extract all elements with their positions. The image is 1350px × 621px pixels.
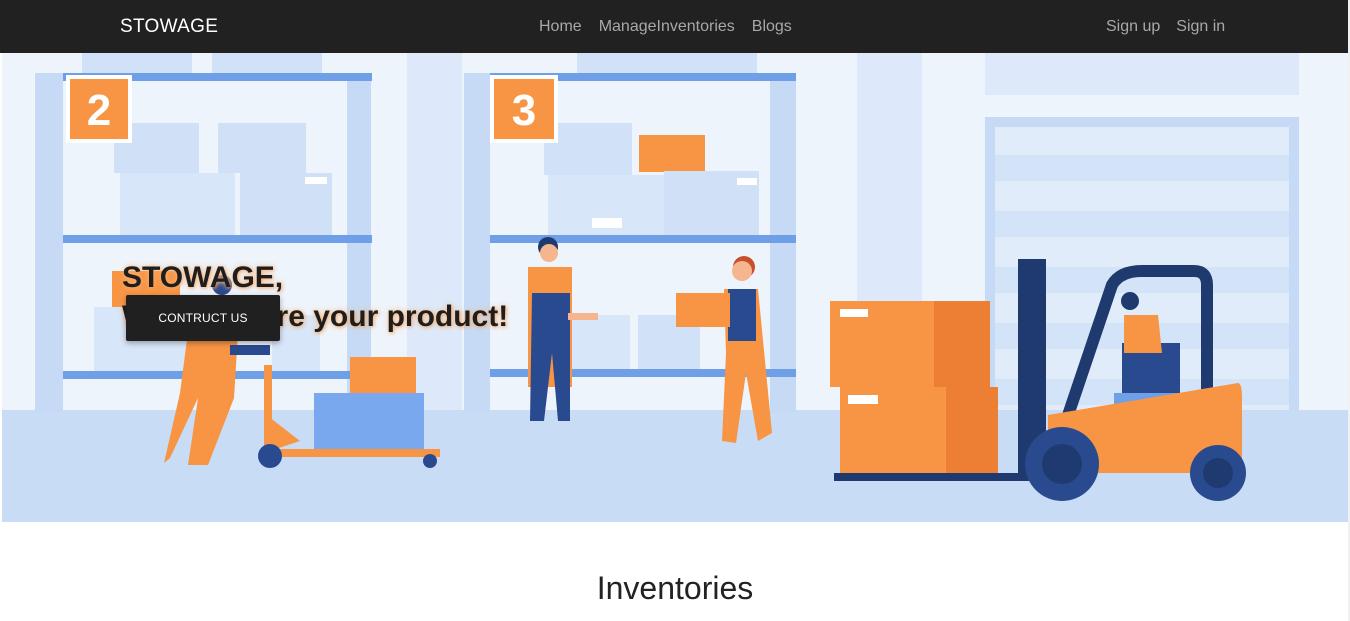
main-nav: Home ManageInventories Blogs — [539, 0, 792, 53]
nav-link-manage-inventories[interactable]: ManageInventories — [599, 18, 735, 36]
hero-banner: 2 3 STOWAGE, We take care your product! — [2, 53, 1348, 522]
brand-logo[interactable]: STOWAGE — [120, 0, 218, 53]
contact-us-button[interactable]: CONTRUCT US — [126, 295, 280, 341]
nav-link-blogs[interactable]: Blogs — [752, 18, 792, 36]
stacked-boxes — [830, 301, 998, 475]
auth-nav: Sign up Sign in — [1106, 0, 1225, 53]
shelf-number-2: 2 — [87, 86, 111, 135]
nav-link-home[interactable]: Home — [539, 18, 582, 36]
shelf-number-3: 3 — [512, 86, 536, 135]
sign-up-link[interactable]: Sign up — [1106, 18, 1160, 36]
hero-title-line-1: STOWAGE, — [122, 261, 284, 294]
sign-in-link[interactable]: Sign in — [1176, 18, 1225, 36]
inventories-heading: Inventories — [596, 570, 754, 606]
top-navbar: STOWAGE Home ManageInventories Blogs Sig… — [0, 0, 1350, 53]
